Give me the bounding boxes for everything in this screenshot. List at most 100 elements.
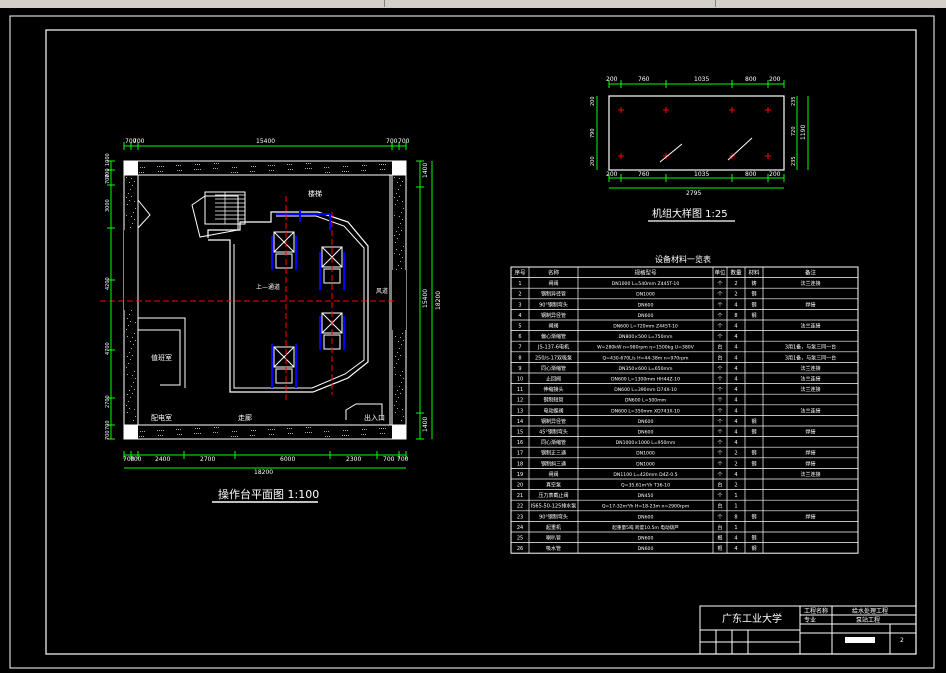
wall-hatch: [133, 344, 134, 345]
wall-hatch: [130, 341, 131, 342]
dim-label: 700: [130, 456, 142, 463]
table-cell: 喇叭管: [546, 535, 561, 542]
wall-hatch: [364, 165, 365, 166]
wall-hatch: [134, 371, 135, 372]
table-cell: 4: [734, 345, 737, 351]
wall-hatch: [401, 344, 402, 345]
table-cell: 90°钢制弯头: [539, 513, 568, 520]
dim-label-total: 18200: [435, 291, 442, 310]
wall-hatch: [132, 393, 133, 394]
wall-hatch: [394, 215, 395, 216]
wall-hatch: [365, 170, 366, 171]
wall-hatch: [380, 433, 381, 434]
table-cell: 18: [517, 461, 523, 467]
wall-hatch: [287, 164, 288, 165]
wall-hatch: [379, 164, 380, 165]
wall-hatch: [161, 430, 162, 431]
table-cell: 台: [717, 503, 722, 510]
wall-hatch: [253, 166, 254, 167]
wall-hatch: [348, 171, 349, 172]
table-cell: 根: [717, 535, 722, 542]
wall-hatch: [394, 367, 395, 368]
wall-hatch: [290, 433, 291, 434]
wall-hatch: [217, 168, 218, 169]
wall-hatch: [126, 367, 127, 368]
dim-label: 700: [398, 138, 410, 145]
wall-hatch: [194, 433, 195, 434]
wall-hatch: [237, 172, 238, 173]
wall-hatch: [126, 215, 127, 216]
dim-label: 235: [791, 96, 797, 106]
table-cell: 11: [517, 387, 523, 393]
wall-hatch: [196, 169, 197, 170]
wall-hatch: [142, 431, 143, 432]
wall-hatch: [135, 208, 136, 209]
stair-landing: [191, 195, 239, 238]
dim-label: 1035: [694, 76, 709, 83]
table-cell: DN600 L=500mm: [625, 398, 667, 404]
table-cell: 1: [734, 525, 737, 531]
wall-hatch: [215, 168, 216, 169]
wall-hatch: [343, 430, 344, 431]
wall-hatch: [287, 428, 288, 429]
table-cell: DN1000: [636, 451, 655, 457]
table-cell: 法兰连接: [800, 471, 820, 478]
wall-hatch: [347, 430, 348, 431]
wall-hatch: [268, 165, 269, 166]
table-cell: 钢制异径管: [541, 312, 566, 319]
dim-label: 6000: [280, 456, 295, 463]
table-cell: 个: [717, 493, 722, 499]
wall-hatch: [141, 436, 142, 437]
wall-hatch: [197, 164, 198, 165]
wall-hatch: [361, 434, 362, 435]
wall-hatch: [398, 397, 399, 398]
table-cell: 3: [518, 302, 521, 308]
wall-hatch: [403, 246, 404, 247]
wall-hatch: [144, 431, 145, 432]
table-cell: DN1000×1000 L=950mm: [616, 440, 676, 446]
wall-hatch: [402, 371, 403, 372]
drawing-name-block: [845, 637, 875, 643]
wall-hatch: [309, 432, 310, 433]
table-header-cell: 序号: [514, 269, 526, 277]
page-number: 2: [900, 637, 904, 644]
wall-hatch: [385, 428, 386, 429]
wall-hatch: [400, 393, 401, 394]
table-cell: 钢: [751, 460, 756, 467]
wall-hatch: [254, 435, 255, 436]
wall-hatch: [270, 429, 271, 430]
wall-hatch: [231, 436, 232, 437]
table-cell: 个: [717, 440, 722, 446]
wall-hatch: [131, 386, 132, 387]
wall-hatch: [402, 219, 403, 220]
dim-label: 4200: [105, 277, 111, 290]
wall-hatch: [396, 269, 397, 270]
table-cell: DN600 L=720mm Z445T-10: [613, 324, 678, 330]
wall-hatch: [381, 428, 382, 429]
table-cell: 7: [518, 345, 521, 351]
wall-hatch: [177, 434, 178, 435]
table-cell: 起重量5吨 跨度10.5m 电动葫芦: [612, 524, 679, 531]
pump-room-wall: [138, 317, 186, 388]
wall-hatch: [129, 408, 130, 409]
wall-hatch: [382, 433, 383, 434]
dim-label: 3000: [105, 199, 111, 212]
table-cell: 个: [717, 366, 722, 372]
wall-hatch: [401, 420, 402, 421]
wall-hatch: [274, 429, 275, 430]
wall-hatch: [398, 227, 399, 228]
wall-hatch: [216, 163, 217, 164]
materials-table: 设备材料一览表 序号 名称 规格型号 单位 数量 材料 备注 1 闸阀 DN1000 L=540m…: [510, 254, 859, 554]
table-cell: 25: [517, 536, 523, 542]
wall-hatch: [127, 374, 128, 375]
project-name: 给水处理工程: [852, 607, 888, 615]
wall-hatch: [269, 170, 270, 171]
wall-hatch: [176, 429, 177, 430]
table-cell: 2: [734, 461, 737, 467]
cad-drawing-canvas[interactable]: 楼梯 上—通道 风道 值班室 配电室 走廊 出入口 700700 15400 700…: [0, 0, 946, 673]
table-cell: 台: [717, 482, 722, 489]
table-cell: 4: [734, 472, 737, 478]
wall-hatch: [178, 429, 179, 430]
wall-hatch: [213, 168, 214, 169]
title-block: 广东工业大学 工程名称 专业 给水处理工程 泵站工程 2: [699, 605, 917, 655]
